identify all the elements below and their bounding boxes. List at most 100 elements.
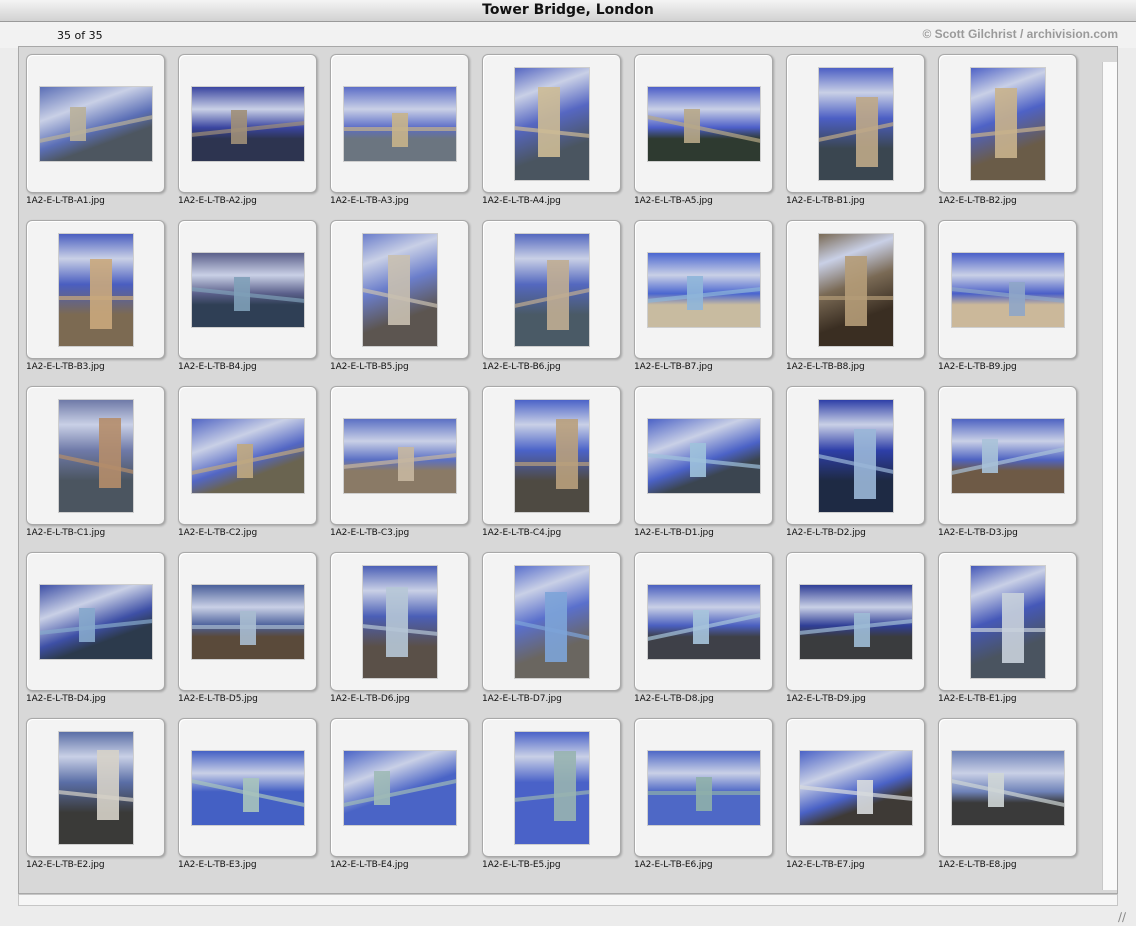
thumbnail-item[interactable]: 1A2-E-L-TB-D3.jpg — [938, 386, 1077, 552]
slide-frame[interactable] — [178, 552, 317, 691]
photo-thumbnail[interactable] — [799, 750, 912, 825]
thumbnail-item[interactable]: 1A2-E-L-TB-A2.jpg — [178, 54, 317, 220]
photo-thumbnail[interactable] — [191, 252, 304, 327]
thumbnail-item[interactable]: 1A2-E-L-TB-B7.jpg — [634, 220, 773, 386]
photo-thumbnail[interactable] — [799, 584, 912, 659]
thumbnail-item[interactable]: 1A2-E-L-TB-A5.jpg — [634, 54, 773, 220]
slide-frame[interactable] — [786, 552, 925, 691]
thumbnail-item[interactable]: 1A2-E-L-TB-D7.jpg — [482, 552, 621, 718]
thumbnail-item[interactable]: 1A2-E-L-TB-D5.jpg — [178, 552, 317, 718]
slide-frame[interactable] — [634, 718, 773, 857]
slide-frame[interactable] — [482, 54, 621, 193]
thumbnail-item[interactable]: 1A2-E-L-TB-B9.jpg — [938, 220, 1077, 386]
thumbnail-item[interactable]: 1A2-E-L-TB-B4.jpg — [178, 220, 317, 386]
photo-thumbnail[interactable] — [39, 86, 152, 161]
photo-thumbnail[interactable] — [647, 750, 760, 825]
thumbnail-item[interactable]: 1A2-E-L-TB-E8.jpg — [938, 718, 1077, 884]
photo-thumbnail[interactable] — [951, 252, 1064, 327]
slide-frame[interactable] — [330, 718, 469, 857]
photo-thumbnail[interactable] — [58, 731, 133, 844]
thumbnail-item[interactable]: 1A2-E-L-TB-E2.jpg — [26, 718, 165, 884]
slide-frame[interactable] — [26, 386, 165, 525]
photo-thumbnail[interactable] — [343, 750, 456, 825]
thumbnail-item[interactable]: 1A2-E-L-TB-D1.jpg — [634, 386, 773, 552]
photo-thumbnail[interactable] — [647, 584, 760, 659]
thumbnail-item[interactable]: 1A2-E-L-TB-B2.jpg — [938, 54, 1077, 220]
thumbnail-item[interactable]: 1A2-E-L-TB-E6.jpg — [634, 718, 773, 884]
photo-thumbnail[interactable] — [191, 418, 304, 493]
thumbnail-item[interactable]: 1A2-E-L-TB-B1.jpg — [786, 54, 925, 220]
photo-thumbnail[interactable] — [191, 750, 304, 825]
photo-thumbnail[interactable] — [58, 233, 133, 346]
thumbnail-item[interactable]: 1A2-E-L-TB-C2.jpg — [178, 386, 317, 552]
photo-thumbnail[interactable] — [970, 67, 1045, 180]
thumbnail-item[interactable]: 1A2-E-L-TB-C1.jpg — [26, 386, 165, 552]
slide-frame[interactable] — [26, 718, 165, 857]
thumbnail-item[interactable]: 1A2-E-L-TB-E5.jpg — [482, 718, 621, 884]
photo-thumbnail[interactable] — [514, 565, 589, 678]
slide-frame[interactable] — [786, 386, 925, 525]
slide-frame[interactable] — [330, 552, 469, 691]
thumbnail-item[interactable]: 1A2-E-L-TB-D8.jpg — [634, 552, 773, 718]
photo-thumbnail[interactable] — [514, 731, 589, 844]
thumbnail-item[interactable]: 1A2-E-L-TB-E7.jpg — [786, 718, 925, 884]
slide-frame[interactable] — [330, 54, 469, 193]
slide-frame[interactable] — [26, 552, 165, 691]
thumbnail-item[interactable]: 1A2-E-L-TB-E4.jpg — [330, 718, 469, 884]
slide-frame[interactable] — [482, 386, 621, 525]
thumbnail-item[interactable]: 1A2-E-L-TB-E1.jpg — [938, 552, 1077, 718]
slide-frame[interactable] — [634, 386, 773, 525]
horizontal-scrollbar[interactable] — [18, 894, 1118, 906]
slide-frame[interactable] — [634, 220, 773, 359]
slide-frame[interactable] — [330, 386, 469, 525]
photo-thumbnail[interactable] — [191, 86, 304, 161]
photo-thumbnail[interactable] — [362, 233, 437, 346]
slide-frame[interactable] — [786, 54, 925, 193]
photo-thumbnail[interactable] — [818, 399, 893, 512]
photo-thumbnail[interactable] — [343, 418, 456, 493]
photo-thumbnail[interactable] — [951, 750, 1064, 825]
thumbnail-item[interactable]: 1A2-E-L-TB-D4.jpg — [26, 552, 165, 718]
thumbnail-item[interactable]: 1A2-E-L-TB-D9.jpg — [786, 552, 925, 718]
slide-frame[interactable] — [482, 718, 621, 857]
thumbnail-item[interactable]: 1A2-E-L-TB-B6.jpg — [482, 220, 621, 386]
slide-frame[interactable] — [634, 552, 773, 691]
photo-thumbnail[interactable] — [951, 418, 1064, 493]
slide-frame[interactable] — [26, 220, 165, 359]
thumbnail-item[interactable]: 1A2-E-L-TB-B3.jpg — [26, 220, 165, 386]
photo-thumbnail[interactable] — [343, 86, 456, 161]
vertical-scrollbar[interactable] — [1102, 62, 1117, 890]
photo-thumbnail[interactable] — [191, 584, 304, 659]
slide-frame[interactable] — [938, 718, 1077, 857]
slide-frame[interactable] — [938, 552, 1077, 691]
thumbnail-item[interactable]: 1A2-E-L-TB-D2.jpg — [786, 386, 925, 552]
thumbnail-item[interactable]: 1A2-E-L-TB-A1.jpg — [26, 54, 165, 220]
photo-thumbnail[interactable] — [970, 565, 1045, 678]
slide-frame[interactable] — [634, 54, 773, 193]
photo-thumbnail[interactable] — [818, 233, 893, 346]
slide-frame[interactable] — [938, 386, 1077, 525]
photo-thumbnail[interactable] — [818, 67, 893, 180]
slide-frame[interactable] — [330, 220, 469, 359]
slide-frame[interactable] — [178, 54, 317, 193]
slide-frame[interactable] — [178, 220, 317, 359]
photo-thumbnail[interactable] — [362, 565, 437, 678]
thumbnail-item[interactable]: 1A2-E-L-TB-E3.jpg — [178, 718, 317, 884]
photo-thumbnail[interactable] — [39, 584, 152, 659]
slide-frame[interactable] — [26, 54, 165, 193]
resize-grip-icon[interactable]: ∕∕ — [1118, 910, 1134, 924]
thumbnail-item[interactable]: 1A2-E-L-TB-A3.jpg — [330, 54, 469, 220]
thumbnail-item[interactable]: 1A2-E-L-TB-C4.jpg — [482, 386, 621, 552]
photo-thumbnail[interactable] — [514, 67, 589, 180]
thumbnail-item[interactable]: 1A2-E-L-TB-B8.jpg — [786, 220, 925, 386]
slide-frame[interactable] — [482, 552, 621, 691]
slide-frame[interactable] — [938, 54, 1077, 193]
slide-frame[interactable] — [938, 220, 1077, 359]
slide-frame[interactable] — [482, 220, 621, 359]
thumbnail-item[interactable]: 1A2-E-L-TB-A4.jpg — [482, 54, 621, 220]
thumbnail-item[interactable]: 1A2-E-L-TB-D6.jpg — [330, 552, 469, 718]
thumbnail-item[interactable]: 1A2-E-L-TB-C3.jpg — [330, 386, 469, 552]
photo-thumbnail[interactable] — [647, 86, 760, 161]
slide-frame[interactable] — [786, 220, 925, 359]
photo-thumbnail[interactable] — [58, 399, 133, 512]
